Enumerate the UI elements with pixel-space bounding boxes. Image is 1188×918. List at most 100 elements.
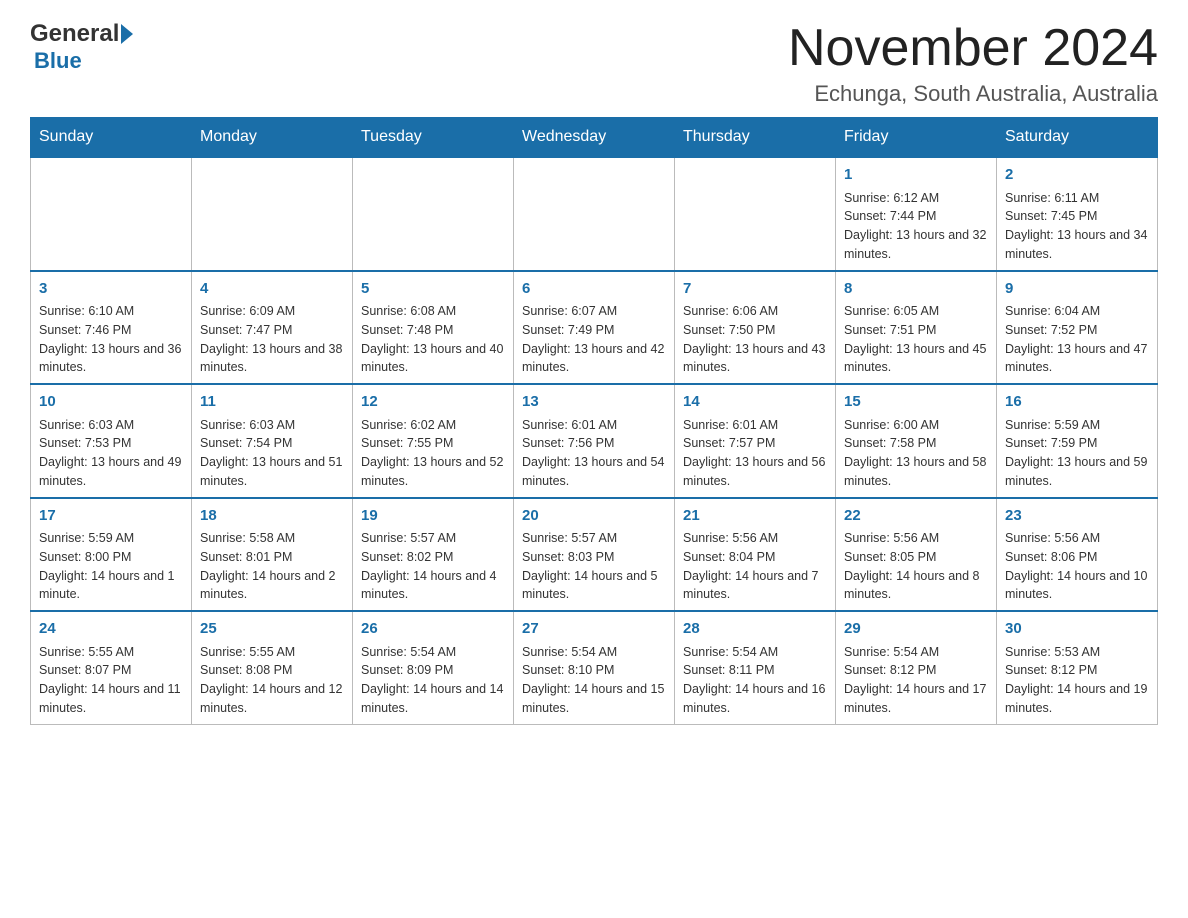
sunset-text: Sunset: 7:56 PM (522, 436, 614, 450)
sunset-text: Sunset: 7:52 PM (1005, 323, 1097, 337)
sunset-text: Sunset: 8:03 PM (522, 550, 614, 564)
daylight-text: Daylight: 14 hours and 1 minute. (39, 569, 175, 602)
sunset-text: Sunset: 7:45 PM (1005, 209, 1097, 223)
sunrise-text: Sunrise: 6:12 AM (844, 191, 939, 205)
calendar-cell: 1Sunrise: 6:12 AMSunset: 7:44 PMDaylight… (836, 157, 997, 271)
day-number: 8 (844, 278, 988, 301)
calendar-cell: 28Sunrise: 5:54 AMSunset: 8:11 PMDayligh… (675, 611, 836, 724)
day-number: 13 (522, 391, 666, 414)
calendar-cell (192, 157, 353, 271)
calendar-cell (675, 157, 836, 271)
sunset-text: Sunset: 8:07 PM (39, 663, 131, 677)
calendar-cell: 7Sunrise: 6:06 AMSunset: 7:50 PMDaylight… (675, 271, 836, 385)
daylight-text: Daylight: 13 hours and 58 minutes. (844, 455, 986, 488)
daylight-text: Daylight: 13 hours and 56 minutes. (683, 455, 825, 488)
sunset-text: Sunset: 7:51 PM (844, 323, 936, 337)
daylight-text: Daylight: 13 hours and 49 minutes. (39, 455, 181, 488)
day-number: 28 (683, 618, 827, 641)
col-saturday: Saturday (997, 118, 1158, 158)
sunrise-text: Sunrise: 5:56 AM (1005, 531, 1100, 545)
day-number: 10 (39, 391, 183, 414)
sunrise-text: Sunrise: 6:08 AM (361, 304, 456, 318)
sunrise-text: Sunrise: 6:05 AM (844, 304, 939, 318)
day-number: 7 (683, 278, 827, 301)
day-number: 23 (1005, 505, 1149, 528)
day-number: 18 (200, 505, 344, 528)
calendar-week-row: 24 Sunrise: 5:55 AM Sunset: 8:07 PM Dayligh… (31, 611, 1158, 724)
sunrise-text: Sunrise: 6:03 AM (39, 418, 134, 432)
daylight-text: Daylight: 13 hours and 40 minutes. (361, 342, 503, 375)
daylight-text: Daylight: 14 hours and 12 minutes. (200, 682, 342, 715)
day-number: 25 (200, 618, 344, 641)
col-monday: Monday (192, 118, 353, 158)
daylight-text: Daylight: 13 hours and 43 minutes. (683, 342, 825, 375)
calendar-cell: 5Sunrise: 6:08 AMSunset: 7:48 PMDaylight… (353, 271, 514, 385)
day-number: 12 (361, 391, 505, 414)
daylight-text: Daylight: 13 hours and 54 minutes. (522, 455, 664, 488)
sunrise-text: Sunrise: 6:00 AM (844, 418, 939, 432)
sunrise-text: Sunrise: 6:07 AM (522, 304, 617, 318)
sunset-text: Sunset: 7:59 PM (1005, 436, 1097, 450)
sunrise-text: Sunrise: 6:06 AM (683, 304, 778, 318)
calendar-week-row: 17Sunrise: 5:59 AMSunset: 8:00 PMDayligh… (31, 498, 1158, 612)
sunset-text: Sunset: 8:10 PM (522, 663, 614, 677)
daylight-text: Daylight: 13 hours and 38 minutes. (200, 342, 342, 375)
sunrise-text: Sunrise: 6:01 AM (683, 418, 778, 432)
calendar-cell: 2Sunrise: 6:11 AMSunset: 7:45 PMDaylight… (997, 157, 1158, 271)
daylight-text: Daylight: 13 hours and 36 minutes. (39, 342, 181, 375)
calendar-cell (31, 157, 192, 271)
daylight-text: Daylight: 14 hours and 4 minutes. (361, 569, 497, 602)
col-sunday: Sunday (31, 118, 192, 158)
daylight-text: Daylight: 14 hours and 15 minutes. (522, 682, 664, 715)
sunset-text: Sunset: 7:57 PM (683, 436, 775, 450)
day-number: 3 (39, 278, 183, 301)
sunset-text: Sunset: 7:53 PM (39, 436, 131, 450)
day-number: 15 (844, 391, 988, 414)
calendar-cell: 12Sunrise: 6:02 AMSunset: 7:55 PMDayligh… (353, 384, 514, 498)
daylight-text: Daylight: 13 hours and 59 minutes. (1005, 455, 1147, 488)
daylight-text: Daylight: 13 hours and 51 minutes. (200, 455, 342, 488)
calendar-cell: 29Sunrise: 5:54 AMSunset: 8:12 PMDayligh… (836, 611, 997, 724)
title-block: November 2024 Echunga, South Australia, … (788, 20, 1158, 107)
sunrise-text: Sunrise: 5:56 AM (683, 531, 778, 545)
sunrise-text: Sunrise: 6:01 AM (522, 418, 617, 432)
calendar-cell: 20Sunrise: 5:57 AMSunset: 8:03 PMDayligh… (514, 498, 675, 612)
daylight-text: Daylight: 14 hours and 14 minutes. (361, 682, 503, 715)
sunrise-text: Sunrise: 5:55 AM (200, 645, 295, 659)
sunrise-text: Sunrise: 5:57 AM (361, 531, 456, 545)
sunset-text: Sunset: 7:54 PM (200, 436, 292, 450)
daylight-text: Daylight: 13 hours and 34 minutes. (1005, 228, 1147, 261)
daylight-text: Daylight: 13 hours and 32 minutes. (844, 228, 986, 261)
calendar-cell: 25Sunrise: 5:55 AMSunset: 8:08 PMDayligh… (192, 611, 353, 724)
sunrise-text: Sunrise: 5:54 AM (361, 645, 456, 659)
sunrise-text: Sunrise: 5:54 AM (522, 645, 617, 659)
calendar-week-row: 10 Sunrise: 6:03 AM Sunset: 7:53 PM Dayligh… (31, 384, 1158, 498)
daylight-text: Daylight: 13 hours and 52 minutes. (361, 455, 503, 488)
sunset-text: Sunset: 8:00 PM (39, 550, 131, 564)
sunset-text: Sunset: 7:47 PM (200, 323, 292, 337)
sunrise-text: Sunrise: 6:09 AM (200, 304, 295, 318)
sunrise-text: Sunrise: 5:56 AM (844, 531, 939, 545)
calendar-cell: 3Sunrise: 6:10 AMSunset: 7:46 PMDaylight… (31, 271, 192, 385)
sunrise-text: Sunrise: 5:55 AM (39, 645, 134, 659)
sunset-text: Sunset: 7:49 PM (522, 323, 614, 337)
calendar-cell: 16Sunrise: 5:59 AMSunset: 7:59 PMDayligh… (997, 384, 1158, 498)
sunset-text: Sunset: 8:04 PM (683, 550, 775, 564)
page-header: General Blue November 2024 Echunga, Sout… (30, 20, 1158, 107)
sunrise-text: Sunrise: 5:53 AM (1005, 645, 1100, 659)
sunset-text: Sunset: 7:55 PM (361, 436, 453, 450)
day-number: 30 (1005, 618, 1149, 641)
daylight-text: Daylight: 14 hours and 8 minutes. (844, 569, 980, 602)
sunrise-text: Sunrise: 6:11 AM (1005, 191, 1099, 205)
sunset-text: Sunset: 8:12 PM (844, 663, 936, 677)
month-title: November 2024 (788, 20, 1158, 77)
day-number: 24 (39, 618, 183, 641)
sunrise-text: Sunrise: 6:03 AM (200, 418, 295, 432)
sunset-text: Sunset: 8:05 PM (844, 550, 936, 564)
calendar-cell: 21Sunrise: 5:56 AMSunset: 8:04 PMDayligh… (675, 498, 836, 612)
daylight-text: Daylight: 14 hours and 19 minutes. (1005, 682, 1147, 715)
daylight-text: Daylight: 14 hours and 2 minutes. (200, 569, 336, 602)
col-friday: Friday (836, 118, 997, 158)
calendar-table: Sunday Monday Tuesday Wednesday Thursday… (30, 117, 1158, 725)
day-number: 4 (200, 278, 344, 301)
